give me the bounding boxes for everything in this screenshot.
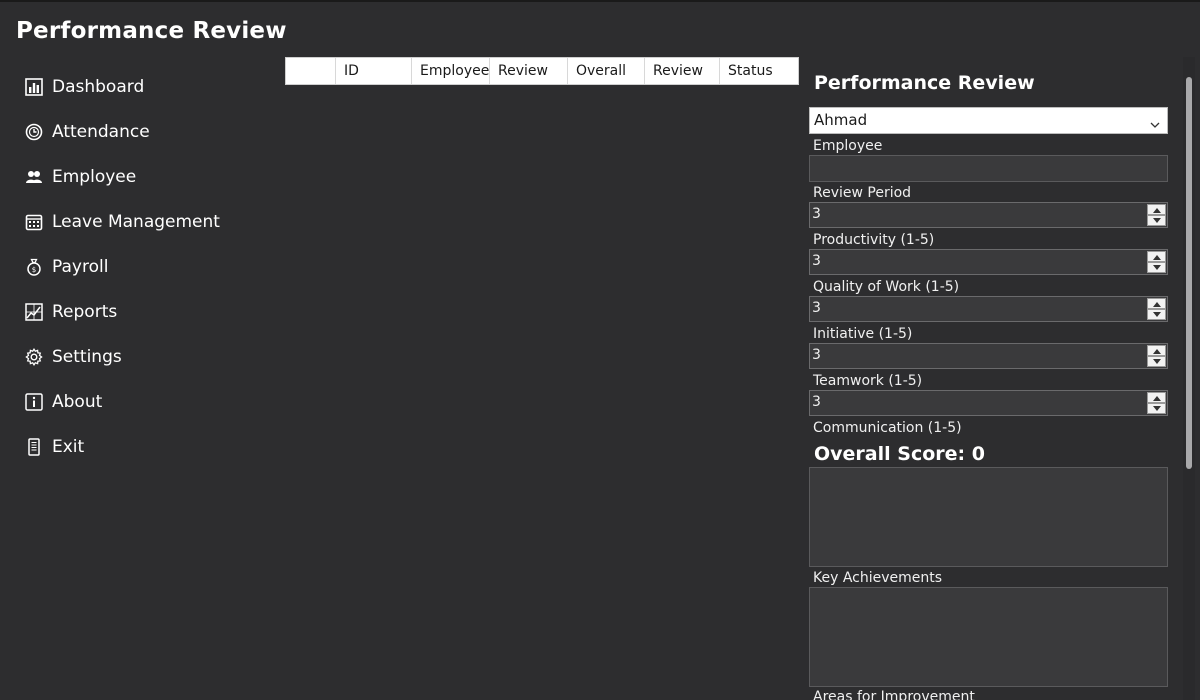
chevron-up-icon <box>1152 254 1161 260</box>
teamwork-label: Teamwork (1-5) <box>813 373 923 389</box>
sidebar-item-label: Attendance <box>52 121 150 142</box>
productivity-label: Productivity (1-5) <box>813 232 935 248</box>
spin-up-button[interactable] <box>1147 251 1166 262</box>
key-achievements-label: Key Achievements <box>813 570 943 586</box>
svg-text:$: $ <box>32 266 36 274</box>
review-period-input[interactable] <box>809 155 1168 182</box>
communication-spinbox[interactable]: 3 <box>809 390 1168 416</box>
column-header-status[interactable]: Status <box>720 58 798 84</box>
form-title: Performance Review <box>814 72 1035 94</box>
calendar-icon <box>24 212 44 232</box>
areas-improvement-label: Areas for Improvement <box>813 689 975 700</box>
spin-up-button[interactable] <box>1147 345 1166 356</box>
sidebar-item-label: Dashboard <box>52 76 145 97</box>
initiative-spinbox[interactable]: 3 <box>809 296 1168 322</box>
column-header-select[interactable] <box>286 58 336 84</box>
reviews-table[interactable]: ID Employee Review Overall Review Status <box>285 57 799 85</box>
spin-down-button[interactable] <box>1147 262 1166 273</box>
app-window: Performance Review Dashboard Attendance … <box>0 0 1200 700</box>
communication-label: Communication (1-5) <box>813 420 962 436</box>
quality-label: Quality of Work (1-5) <box>813 279 960 295</box>
spin-down-button[interactable] <box>1147 309 1166 320</box>
chevron-down-icon <box>1152 405 1161 411</box>
column-header-employee[interactable]: Employee <box>412 58 490 84</box>
sidebar-item-employee[interactable]: Employee <box>22 154 272 199</box>
app-title: Performance Review <box>16 18 287 44</box>
sidebar-item-dashboard[interactable]: Dashboard <box>22 64 272 109</box>
chevron-down-icon <box>1152 217 1161 223</box>
column-header-overall[interactable]: Overall <box>568 58 645 84</box>
spin-down-button[interactable] <box>1147 403 1166 414</box>
sidebar-item-leave-management[interactable]: Leave Management <box>22 199 272 244</box>
sidebar-item-exit[interactable]: Exit <box>22 424 272 469</box>
sidebar-item-label: Employee <box>52 166 137 187</box>
chevron-up-icon <box>1152 348 1161 354</box>
column-header-review[interactable]: Review <box>490 58 568 84</box>
initiative-label: Initiative (1-5) <box>813 326 913 342</box>
sidebar-item-label: Settings <box>52 346 122 367</box>
quality-spinbox[interactable]: 3 <box>809 249 1168 275</box>
info-icon <box>24 392 44 412</box>
clock-icon <box>24 122 44 142</box>
form-scrollbar[interactable] <box>1183 57 1195 700</box>
column-header-review-period[interactable]: Review <box>645 58 720 84</box>
spin-up-button[interactable] <box>1147 392 1166 403</box>
spin-down-button[interactable] <box>1147 356 1166 367</box>
review-form-panel: Performance Review Ahmad Employee Review… <box>805 57 1185 700</box>
chevron-down-icon <box>1152 311 1161 317</box>
sidebar-item-payroll[interactable]: $ Payroll <box>22 244 272 289</box>
sidebar: Dashboard Attendance Employee Leave Mana… <box>22 64 272 469</box>
spin-up-button[interactable] <box>1147 204 1166 215</box>
overall-score: Overall Score: 0 <box>814 443 985 465</box>
sidebar-item-about[interactable]: About <box>22 379 272 424</box>
employee-select-value: Ahmad <box>814 111 868 129</box>
chart-bar-icon <box>24 77 44 97</box>
sidebar-item-label: About <box>52 391 103 412</box>
spin-down-button[interactable] <box>1147 215 1166 226</box>
chevron-up-icon <box>1152 207 1161 213</box>
employee-select[interactable]: Ahmad <box>809 107 1168 134</box>
review-period-label: Review Period <box>813 185 912 201</box>
sidebar-item-label: Leave Management <box>52 211 220 232</box>
exit-icon <box>24 437 44 457</box>
chevron-down-icon <box>1149 114 1161 128</box>
chevron-down-icon <box>1152 358 1161 364</box>
areas-improvement-textarea[interactable] <box>809 587 1168 687</box>
key-achievements-textarea[interactable] <box>809 467 1168 567</box>
sidebar-item-attendance[interactable]: Attendance <box>22 109 272 154</box>
gear-icon <box>24 347 44 367</box>
sidebar-item-label: Exit <box>52 436 85 457</box>
scrollbar-thumb[interactable] <box>1186 77 1192 469</box>
sidebar-item-settings[interactable]: Settings <box>22 334 272 379</box>
chevron-up-icon <box>1152 301 1161 307</box>
sidebar-item-label: Payroll <box>52 256 109 277</box>
chevron-down-icon <box>1152 264 1161 270</box>
sidebar-item-reports[interactable]: Reports <box>22 289 272 334</box>
teamwork-spinbox[interactable]: 3 <box>809 343 1168 369</box>
productivity-spinbox[interactable]: 3 <box>809 202 1168 228</box>
people-icon <box>24 167 44 187</box>
employee-label: Employee <box>813 138 883 154</box>
spin-up-button[interactable] <box>1147 298 1166 309</box>
report-chart-icon <box>24 302 44 322</box>
column-header-id[interactable]: ID <box>336 58 412 84</box>
money-bag-icon: $ <box>24 257 44 277</box>
chevron-up-icon <box>1152 395 1161 401</box>
sidebar-item-label: Reports <box>52 301 118 322</box>
